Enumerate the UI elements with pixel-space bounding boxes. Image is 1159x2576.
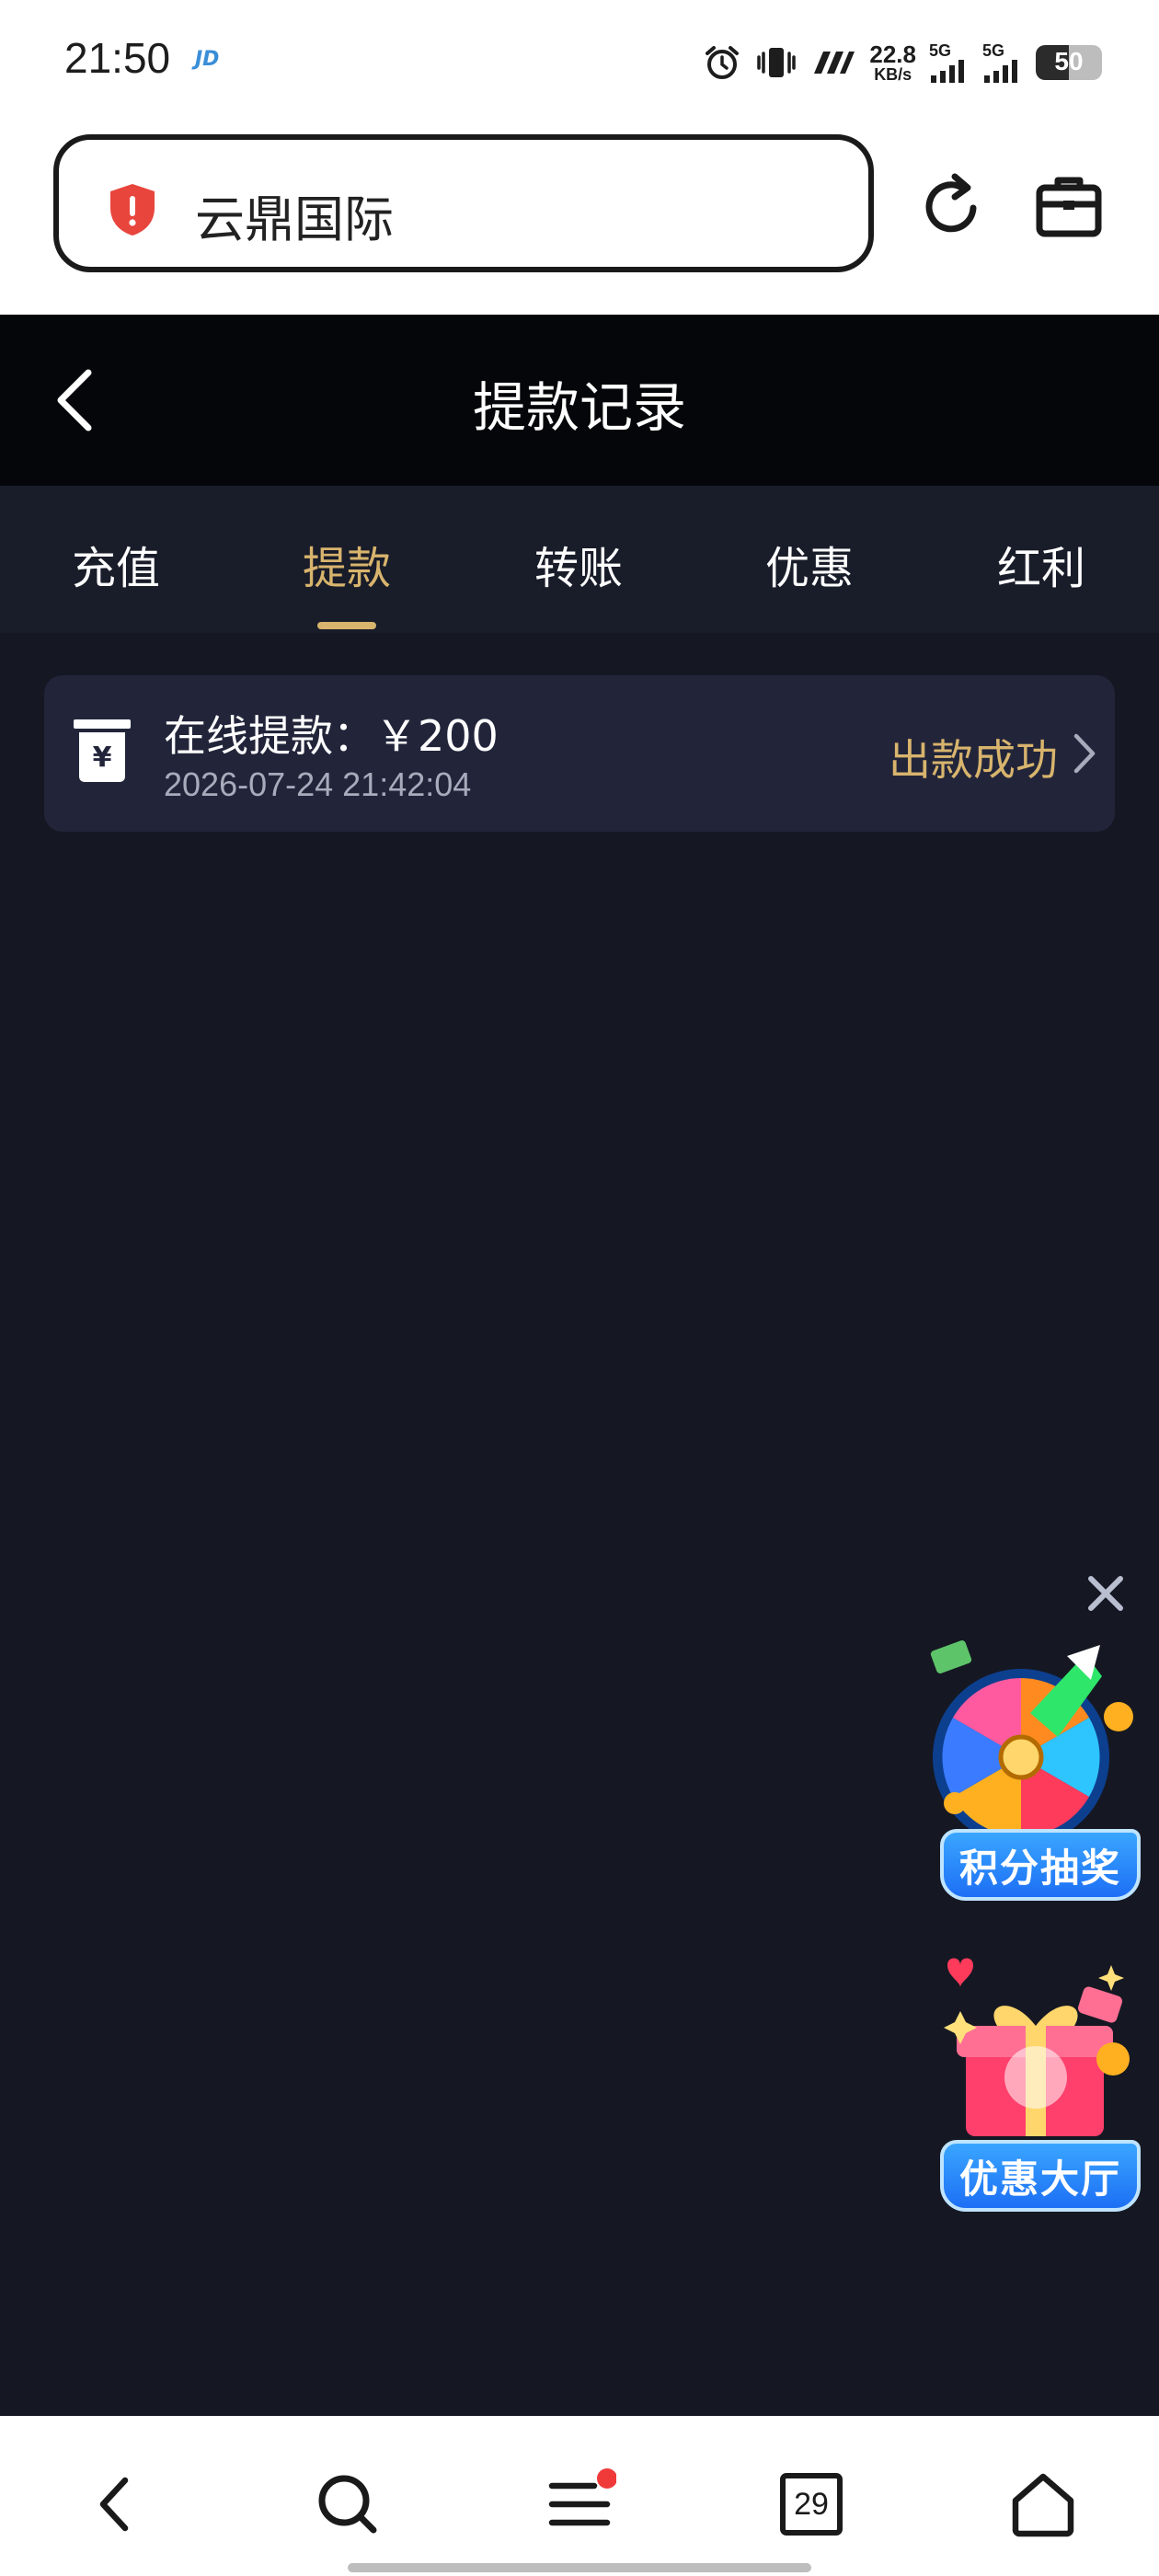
withdraw-receipt-icon: ¥: [74, 719, 131, 782]
tab-withdraw[interactable]: 提款: [273, 532, 420, 596]
tab-bonus[interactable]: 红利: [968, 532, 1115, 596]
browser-bottom-nav: 29: [0, 2416, 1159, 2576]
tab-transfer[interactable]: 转账: [505, 532, 652, 596]
svg-text:¥: ¥: [93, 742, 112, 774]
vibrate-icon: [757, 48, 797, 77]
status-icons: 22.8 KB/s 5G 5G 50: [702, 37, 1102, 88]
home-indicator: [348, 2563, 811, 2572]
signal-icon: [931, 60, 964, 83]
reload-icon[interactable]: [916, 169, 990, 243]
promotion-hall-label: 优惠大厅: [940, 2140, 1141, 2212]
network-speed-value: 22.8: [869, 40, 916, 68]
toolbox-icon[interactable]: [1032, 169, 1106, 243]
notification-dot: [597, 2468, 616, 2489]
page-header: 提款记录: [0, 315, 1159, 486]
record-status: 出款成功: [889, 735, 1058, 785]
network-speed-unit: KB/s: [874, 65, 912, 84]
gift-box-icon: [944, 1958, 1130, 2136]
tabs-button[interactable]: 29: [775, 2467, 848, 2541]
hd-icon: [814, 52, 855, 74]
battery-icon: 50: [1036, 45, 1102, 80]
shield-alert-icon[interactable]: [105, 180, 160, 239]
url-text[interactable]: 云鼎国际: [195, 178, 394, 251]
signal-2: 5G: [982, 42, 1023, 83]
points-lottery-button[interactable]: 积分抽奖: [929, 1628, 1146, 1904]
record-type-tabs: 充值 提款 转账 优惠 红利: [0, 486, 1159, 633]
address-bar[interactable]: 云鼎国际: [53, 134, 874, 272]
status-bar: 21:50 JD 22.8 KB/s 5G 5G 50: [0, 0, 1159, 129]
jd-notification-icon: JD: [195, 48, 220, 71]
withdrawal-record-item[interactable]: ¥ 在线提款：￥200 2026-07-24 21:42:04 出款成功: [44, 675, 1115, 832]
tab-promotion[interactable]: 优惠: [736, 532, 883, 596]
battery-level: 50: [1054, 47, 1084, 75]
alarm-icon: [706, 46, 740, 79]
close-icon[interactable]: [1082, 1570, 1130, 1617]
search-icon[interactable]: [311, 2467, 384, 2541]
record-title: 在线提款：￥200: [164, 711, 499, 761]
page-title: 提款记录: [472, 376, 686, 439]
tab-count: 29: [794, 2486, 829, 2522]
tab-deposit[interactable]: 充值: [42, 532, 189, 596]
network-speed: 22.8 KB/s: [869, 42, 916, 83]
signal-icon: [984, 60, 1017, 83]
back-icon[interactable]: [79, 2467, 153, 2541]
prize-wheel-icon: [930, 1640, 1133, 1840]
status-time: 21:50: [64, 34, 171, 82]
signal-1: 5G: [929, 42, 970, 83]
menu-icon[interactable]: [543, 2467, 616, 2541]
home-icon[interactable]: [1006, 2467, 1080, 2541]
browser-toolbar: 云鼎国际: [0, 129, 1159, 315]
record-time: 2026-07-24 21:42:04: [164, 765, 472, 803]
active-tab-indicator: [317, 622, 376, 629]
points-lottery-label: 积分抽奖: [940, 1829, 1141, 1901]
chevron-right-icon: [1073, 733, 1096, 774]
promotion-hall-button[interactable]: 优惠大厅: [929, 1939, 1146, 2215]
